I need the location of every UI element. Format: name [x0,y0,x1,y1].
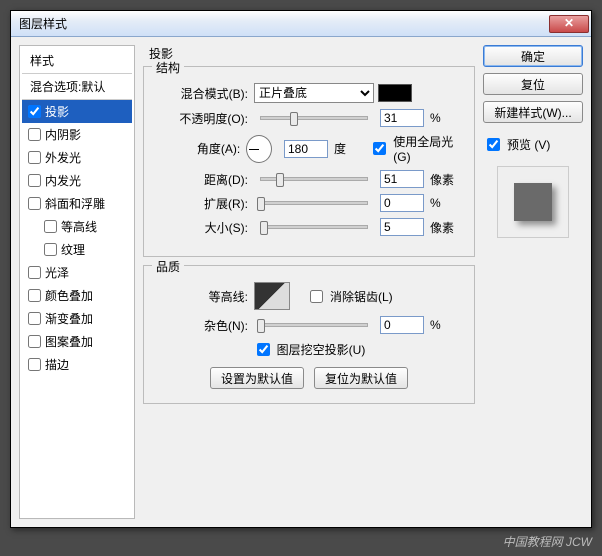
style-item-checkbox[interactable] [44,220,57,233]
styles-list: 样式 混合选项:默认 投影内阴影外发光内发光斜面和浮雕等高线纹理光泽颜色叠加渐变… [19,45,135,519]
style-item-checkbox[interactable] [28,105,41,118]
style-item-7[interactable]: 光泽 [22,261,132,284]
reset-default-button[interactable]: 复位为默认值 [314,367,408,389]
style-item-checkbox[interactable] [28,312,41,325]
style-item-checkbox[interactable] [28,151,41,164]
style-item-checkbox[interactable] [28,128,41,141]
distance-input[interactable] [380,170,424,188]
global-light-checkbox[interactable]: 使用全局光(G) [369,133,462,164]
effect-panel: 投影 结构 混合模式(B): 正片叠底 不透明度(O): [143,45,475,519]
style-item-checkbox[interactable] [44,243,57,256]
titlebar: 图层样式 ✕ [11,11,591,37]
style-item-checkbox[interactable] [28,289,41,302]
noise-label: 杂色(N): [156,317,248,334]
style-item-label: 内发光 [45,172,81,189]
style-item-8[interactable]: 颜色叠加 [22,284,132,307]
style-item-10[interactable]: 图案叠加 [22,330,132,353]
angle-unit: 度 [334,140,363,157]
distance-slider[interactable] [260,177,368,181]
ok-button[interactable]: 确定 [483,45,583,67]
style-item-label: 外发光 [45,149,81,166]
blend-mode-select[interactable]: 正片叠底 [254,83,374,103]
blend-mode-label: 混合模式(B): [156,85,248,102]
style-item-label: 渐变叠加 [45,310,93,327]
style-item-label: 投影 [45,103,69,120]
style-item-checkbox[interactable] [28,335,41,348]
style-item-label: 图案叠加 [45,333,93,350]
style-item-label: 颜色叠加 [45,287,93,304]
opacity-unit: % [430,111,462,125]
dialog-body: 样式 混合选项:默认 投影内阴影外发光内发光斜面和浮雕等高线纹理光泽颜色叠加渐变… [11,37,591,527]
spread-input[interactable] [380,194,424,212]
spread-slider[interactable] [260,201,368,205]
style-item-label: 内阴影 [45,126,81,143]
size-slider[interactable] [260,225,368,229]
style-item-label: 光泽 [45,264,69,281]
preview-checkbox[interactable]: 预览 (V) [483,135,583,154]
style-item-checkbox[interactable] [28,358,41,371]
spread-label: 扩展(R): [156,195,248,212]
distance-label: 距离(D): [156,171,248,188]
angle-dial[interactable] [246,135,272,163]
contour-label: 等高线: [156,288,248,305]
shadow-color-swatch[interactable] [378,84,412,102]
preview-thumbnail [497,166,569,238]
antialias-checkbox[interactable]: 消除锯齿(L) [306,287,393,306]
style-item-5[interactable]: 等高线 [22,215,132,238]
distance-unit: 像素 [430,171,462,188]
style-item-4[interactable]: 斜面和浮雕 [22,192,132,215]
knockout-checkbox[interactable]: 图层挖空投影(U) [253,340,366,359]
angle-input[interactable] [284,140,328,158]
quality-group: 品质 等高线: 消除锯齿(L) 杂色(N): % [143,265,475,404]
size-input[interactable] [380,218,424,236]
style-item-label: 纹理 [61,241,85,258]
styles-header[interactable]: 样式 [22,48,132,74]
close-button[interactable]: ✕ [549,15,589,33]
style-item-0[interactable]: 投影 [22,100,132,123]
size-label: 大小(S): [156,219,248,236]
size-unit: 像素 [430,219,462,236]
style-item-9[interactable]: 渐变叠加 [22,307,132,330]
new-style-button[interactable]: 新建样式(W)... [483,101,583,123]
structure-group: 结构 混合模式(B): 正片叠底 不透明度(O): % [143,66,475,257]
opacity-input[interactable] [380,109,424,127]
action-column: 确定 复位 新建样式(W)... 预览 (V) [483,45,583,519]
noise-input[interactable] [380,316,424,334]
opacity-label: 不透明度(O): [156,110,248,127]
style-item-label: 斜面和浮雕 [45,195,105,212]
panel-title: 投影 [149,45,475,62]
opacity-slider[interactable] [260,116,368,120]
watermark: 中国教程网 JCW [503,533,592,550]
style-item-1[interactable]: 内阴影 [22,123,132,146]
style-item-3[interactable]: 内发光 [22,169,132,192]
quality-legend: 品质 [152,258,184,275]
style-item-6[interactable]: 纹理 [22,238,132,261]
style-item-checkbox[interactable] [28,266,41,279]
contour-picker[interactable] [254,282,290,310]
style-item-2[interactable]: 外发光 [22,146,132,169]
structure-legend: 结构 [152,59,184,76]
style-item-checkbox[interactable] [28,174,41,187]
angle-label: 角度(A): [156,140,240,157]
layer-style-dialog: 图层样式 ✕ 样式 混合选项:默认 投影内阴影外发光内发光斜面和浮雕等高线纹理光… [10,10,592,528]
spread-unit: % [430,196,462,210]
style-item-label: 描边 [45,356,69,373]
style-item-label: 等高线 [61,218,97,235]
noise-slider[interactable] [260,323,368,327]
make-default-button[interactable]: 设置为默认值 [210,367,304,389]
noise-unit: % [430,318,462,332]
window-title: 图层样式 [19,15,549,32]
style-item-checkbox[interactable] [28,197,41,210]
style-item-11[interactable]: 描边 [22,353,132,376]
cancel-button[interactable]: 复位 [483,73,583,95]
blend-options-default[interactable]: 混合选项:默认 [22,74,132,100]
